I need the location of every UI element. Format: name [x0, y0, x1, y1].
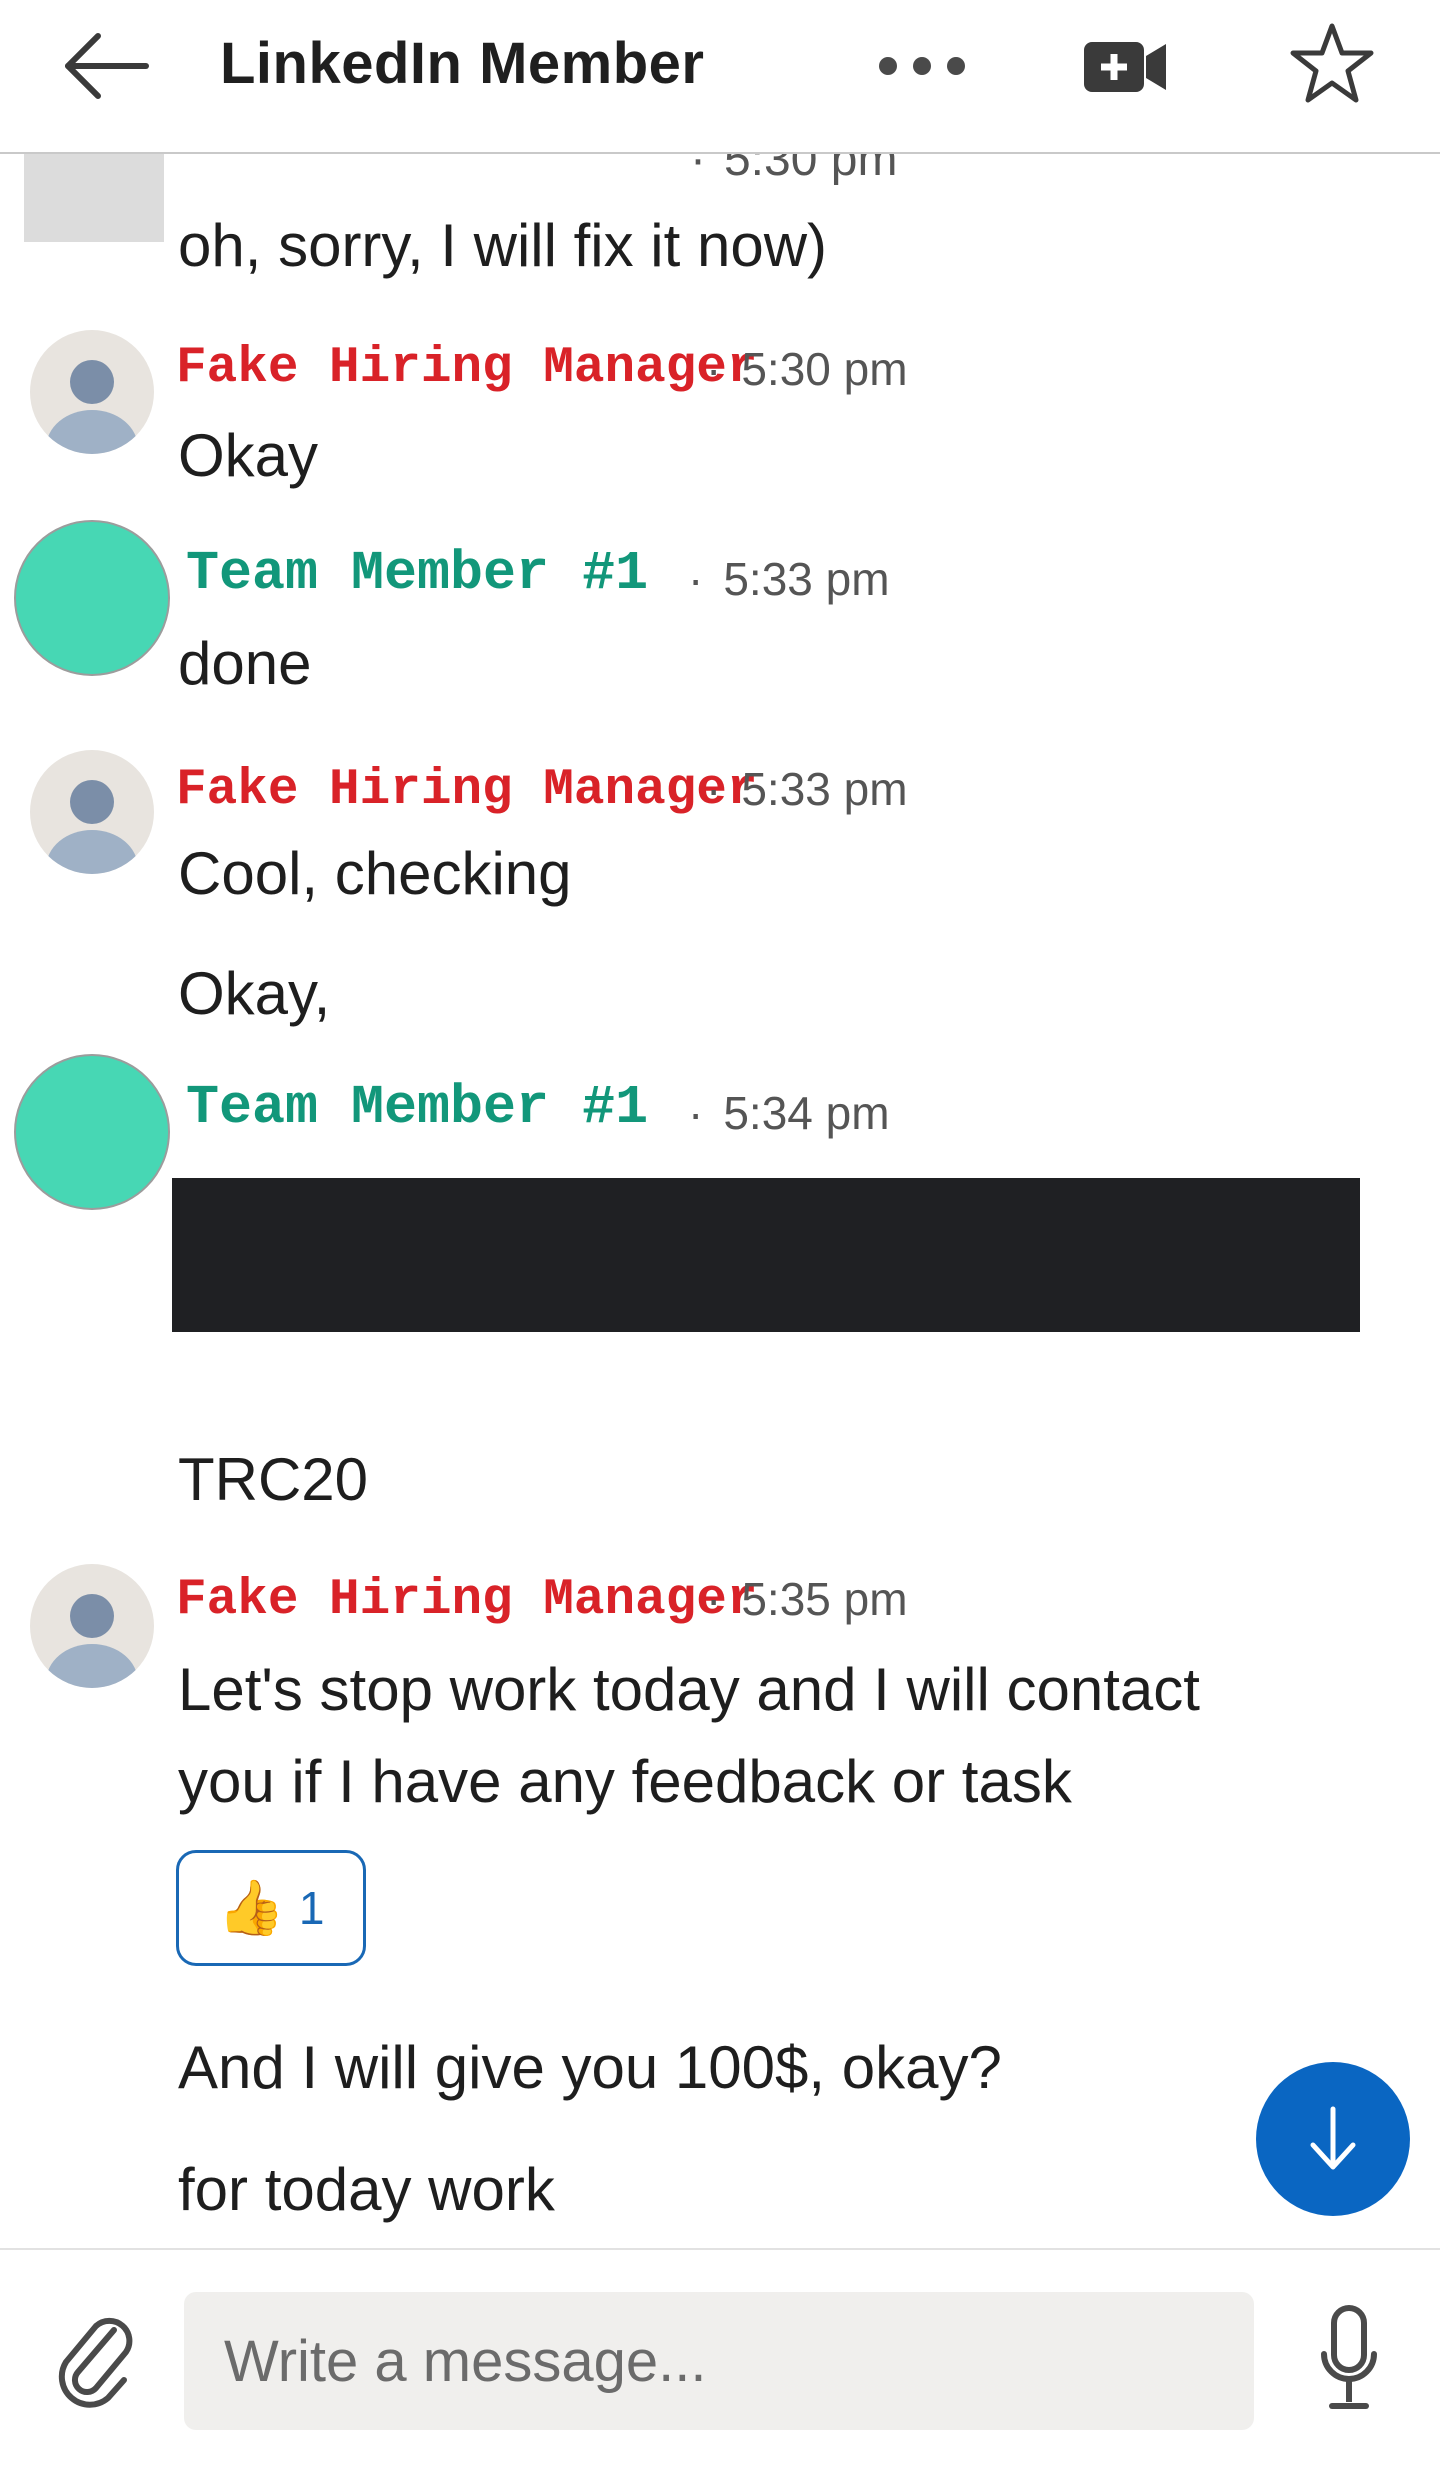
message-text: And I will give you 100$, okay? — [178, 2034, 1002, 2101]
sender-name[interactable]: Team Member #1 — [186, 542, 648, 605]
reaction-count: 1 — [298, 1882, 325, 1934]
back-arrow-icon[interactable] — [60, 30, 152, 102]
message-text: oh, sorry, I will fix it now) — [178, 212, 828, 279]
avatar — [24, 152, 164, 242]
message-text: Cool, checking — [178, 840, 572, 907]
paperclip-icon[interactable] — [52, 2310, 136, 2410]
person-silhouette-icon — [46, 1594, 138, 1688]
conversation-header: LinkedIn Member — [0, 0, 1440, 154]
message-composer — [0, 2248, 1440, 2468]
message-text: Okay — [178, 422, 319, 489]
sender-name[interactable]: Team Member #1 — [186, 1076, 648, 1139]
sender-avatar[interactable] — [30, 1564, 154, 1688]
microphone-icon[interactable] — [1318, 2302, 1380, 2414]
message-text: you if I have any feedback or task — [178, 1748, 1072, 1815]
person-silhouette-icon — [46, 360, 138, 454]
message-thread: · 5:30 pm oh, sorry, I will fix it now) F… — [0, 0, 1440, 2250]
message-timestamp: · 5:35 pm — [706, 1573, 908, 1625]
message-timestamp: · 5:33 pm — [706, 763, 908, 815]
redacted-block — [172, 1178, 1360, 1332]
sender-name[interactable]: Fake Hiring Manager — [176, 762, 758, 819]
thumbs-up-icon: 👍 — [217, 1878, 285, 1938]
scroll-to-bottom-button[interactable] — [1256, 2062, 1410, 2216]
video-call-icon[interactable] — [1082, 38, 1168, 96]
sender-avatar[interactable] — [30, 330, 154, 454]
message-timestamp: · 5:34 pm — [688, 1087, 890, 1139]
sender-name[interactable]: Fake Hiring Manager — [176, 1572, 758, 1629]
page-title[interactable]: LinkedIn Member — [220, 30, 704, 97]
sender-avatar[interactable] — [14, 520, 170, 676]
message-timestamp: · 5:30 pm — [706, 343, 908, 395]
message-text: done — [178, 630, 312, 697]
sender-avatar[interactable] — [30, 750, 154, 874]
sender-avatar[interactable] — [14, 1054, 170, 1210]
message-text: Okay, — [178, 960, 331, 1027]
message-text: for today work — [178, 2156, 555, 2223]
sender-name[interactable]: Fake Hiring Manager — [176, 340, 758, 397]
person-silhouette-icon — [46, 780, 138, 874]
message-input[interactable] — [184, 2292, 1254, 2430]
message-text: TRC20 — [178, 1446, 369, 1513]
message-text: Let's stop work today and I will contact — [178, 1656, 1200, 1723]
reaction-thumbs-up[interactable]: 👍 1 — [176, 1850, 366, 1966]
arrow-down-icon — [1310, 2106, 1356, 2170]
message-timestamp: · 5:33 pm — [688, 553, 890, 605]
more-icon[interactable] — [872, 48, 972, 84]
star-icon[interactable] — [1288, 20, 1376, 106]
